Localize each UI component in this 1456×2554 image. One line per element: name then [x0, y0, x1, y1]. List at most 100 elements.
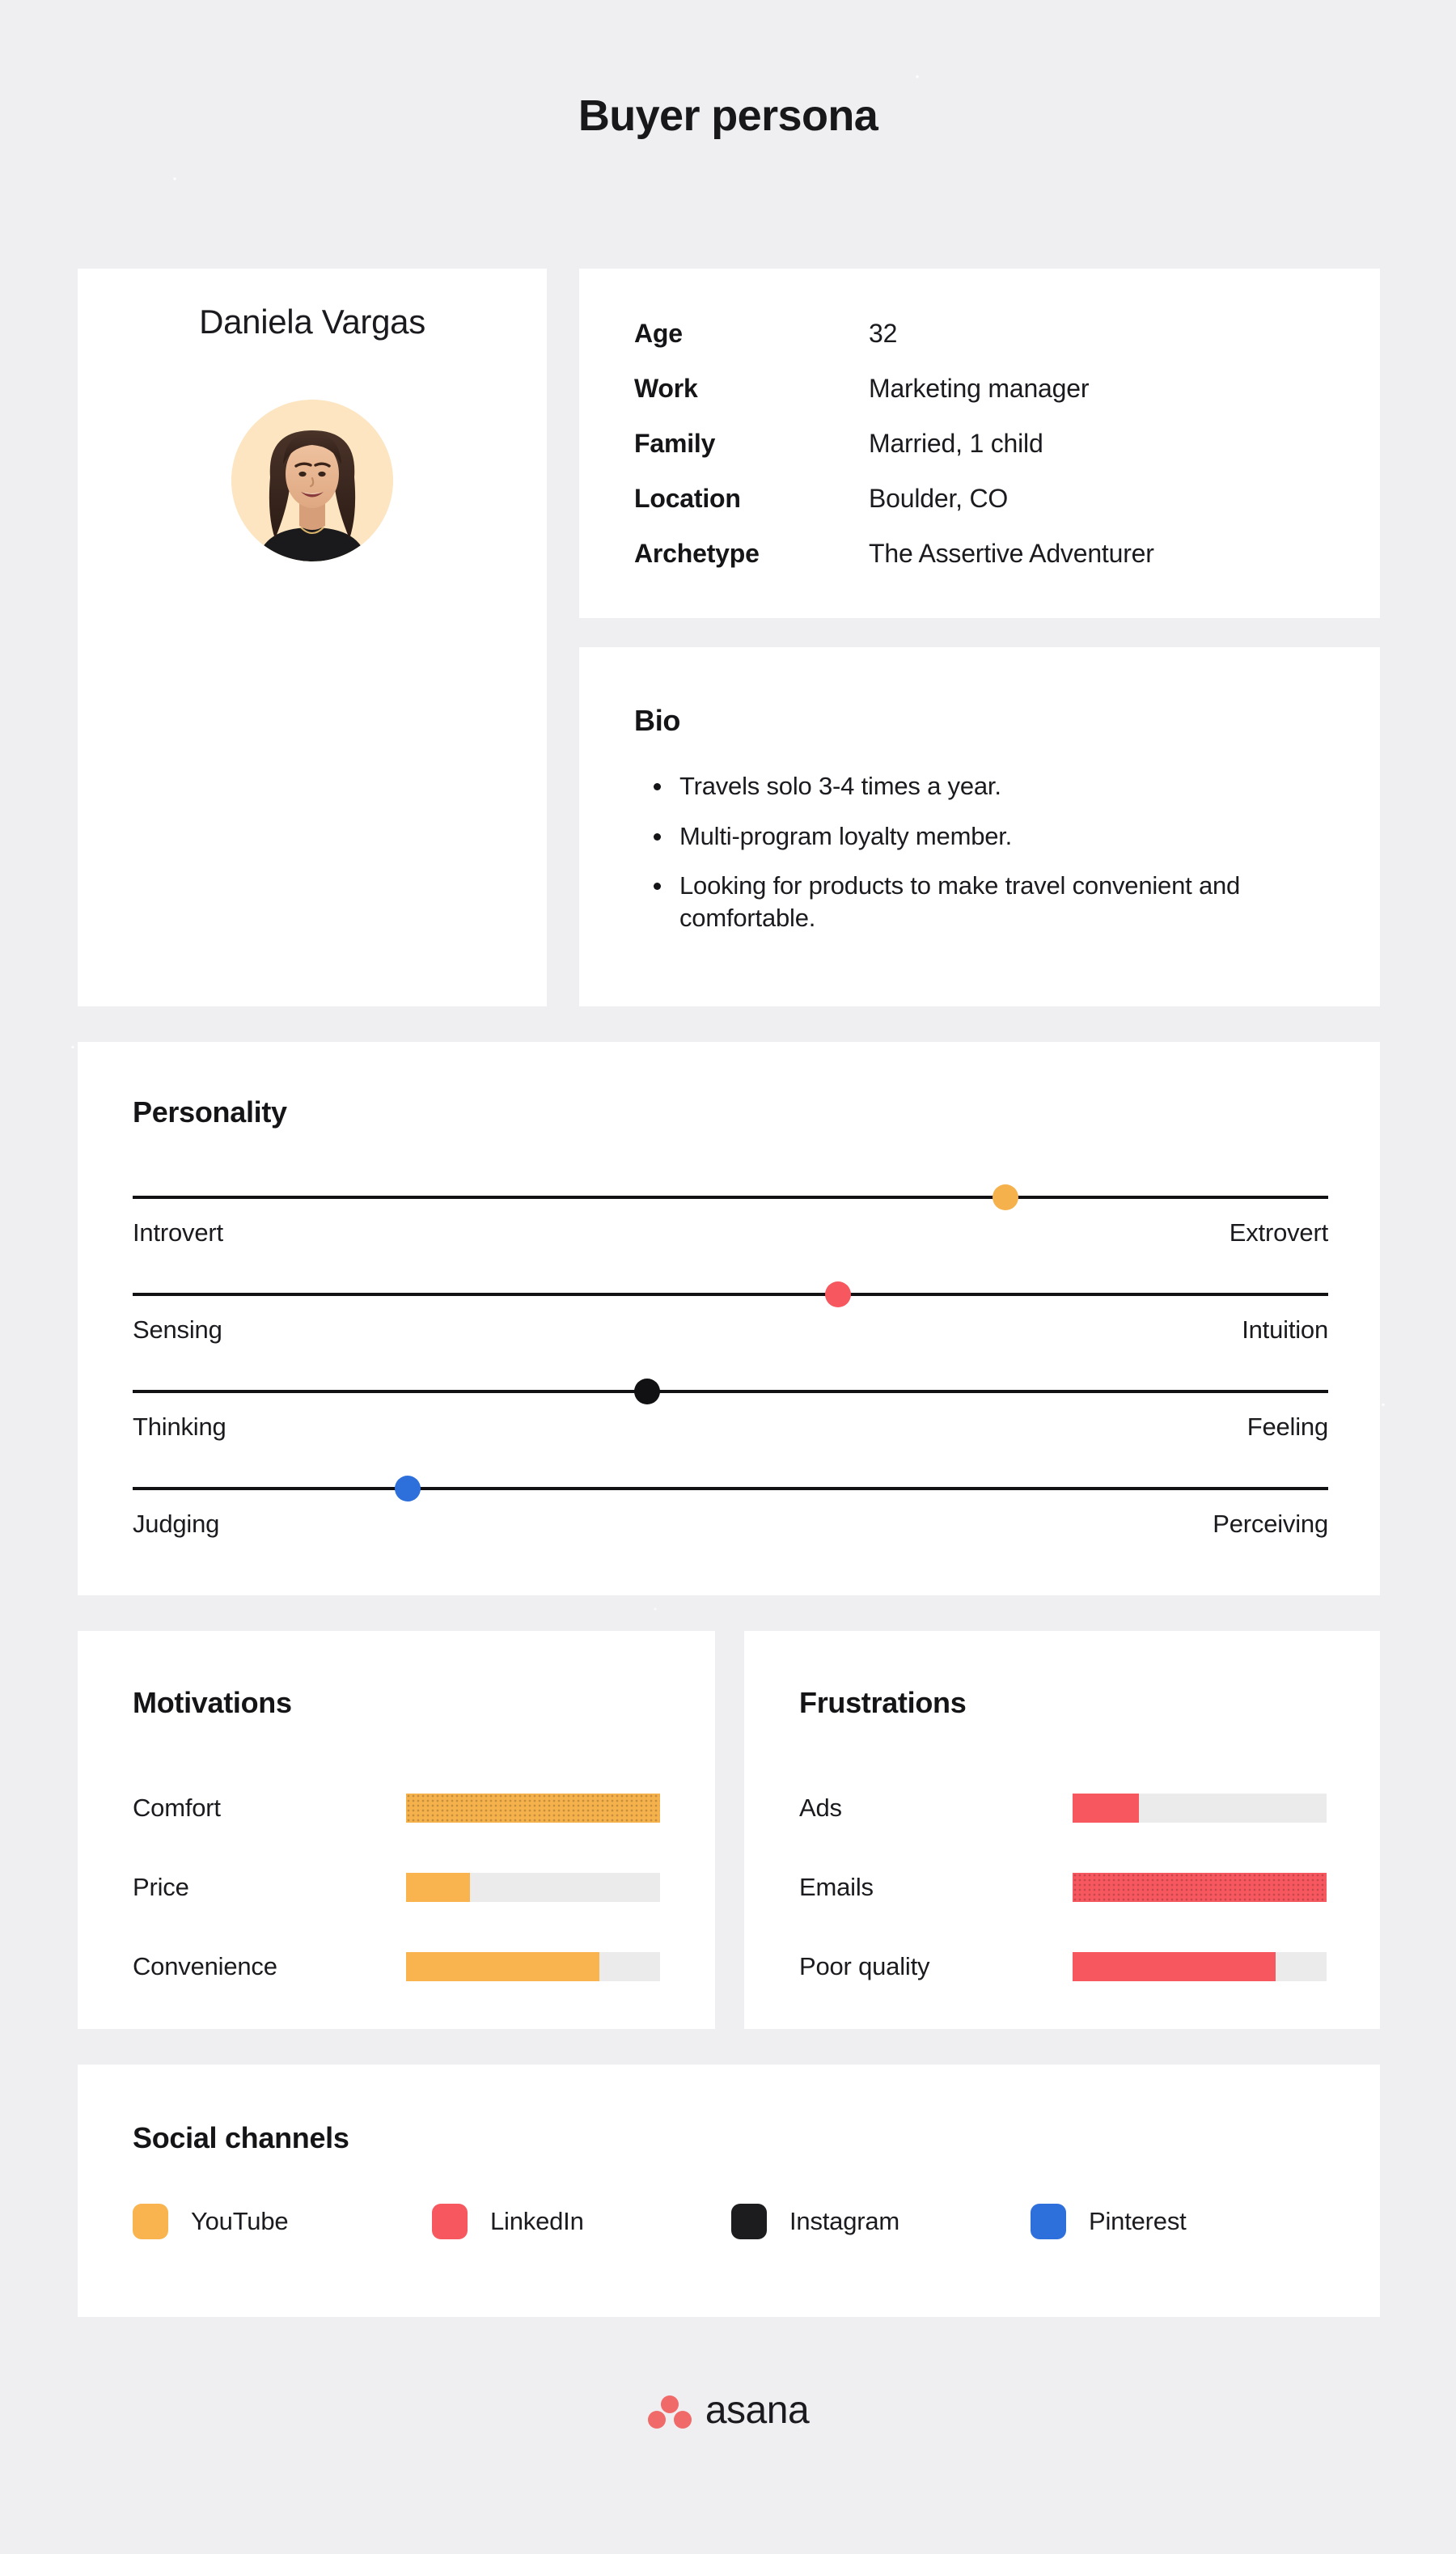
detail-label: Age	[634, 319, 683, 348]
motivations-heading: Motivations	[133, 1686, 292, 1719]
bio-card: Bio Travels solo 3-4 times a year. Multi…	[579, 647, 1380, 1006]
detail-row: Archetype The Assertive Adventurer	[634, 539, 1154, 594]
detail-label: Work	[634, 374, 698, 403]
detail-value: Married, 1 child	[869, 429, 1043, 458]
bar-fill	[1073, 1873, 1327, 1902]
bar-track	[406, 1794, 660, 1823]
slider-left-label: Thinking	[133, 1413, 226, 1441]
social-channel-label: Instagram	[789, 2207, 900, 2235]
detail-row: Age 32	[634, 319, 1154, 374]
detail-value: Marketing manager	[869, 374, 1090, 403]
slider-left-label: Sensing	[133, 1315, 222, 1344]
frustration-label: Emails	[799, 1873, 874, 1901]
bar-track	[406, 1873, 660, 1902]
slider-left-label: Judging	[133, 1510, 220, 1538]
bio-list-item: Travels solo 3-4 times a year.	[650, 770, 1346, 803]
instagram-icon	[731, 2204, 767, 2239]
avatar	[231, 400, 393, 561]
youtube-icon	[133, 2204, 168, 2239]
avatar-circle	[231, 400, 393, 561]
social-channel-youtube[interactable]: YouTube	[133, 2204, 432, 2239]
social-channel-pinterest[interactable]: Pinterest	[1031, 2204, 1330, 2239]
detail-label: Archetype	[634, 539, 760, 568]
social-channel-list: YouTube LinkedIn Instagram Pinterest	[133, 2204, 1330, 2239]
motivation-bar-row: Price	[133, 1848, 660, 1927]
detail-list: Age 32 Work Marketing manager Family Mar…	[634, 319, 1154, 594]
details-card: Age 32 Work Marketing manager Family Mar…	[579, 269, 1380, 618]
detail-value: Boulder, CO	[869, 484, 1009, 513]
bar-track	[1073, 1873, 1327, 1902]
personality-slider: Thinking Feeling	[133, 1372, 1328, 1469]
slider-labels: Thinking Feeling	[133, 1413, 1328, 1442]
frustration-bar-row: Ads	[799, 1768, 1327, 1848]
detail-row: Family Married, 1 child	[634, 429, 1154, 484]
bar-fill	[406, 1952, 599, 1981]
detail-label: Family	[634, 429, 716, 458]
personality-card: Personality Introvert Extrovert Sensing …	[78, 1042, 1380, 1595]
motivation-label: Comfort	[133, 1794, 221, 1822]
motivation-label: Convenience	[133, 1952, 277, 1980]
detail-value: 32	[869, 319, 898, 348]
personality-slider: Judging Perceiving	[133, 1469, 1328, 1566]
personality-slider: Introvert Extrovert	[133, 1178, 1328, 1275]
personality-sliders: Introvert Extrovert Sensing Intuition Th…	[133, 1178, 1328, 1566]
detail-label: Location	[634, 484, 741, 513]
detail-row: Location Boulder, CO	[634, 484, 1154, 539]
asana-wordmark: asana	[705, 2389, 810, 2432]
pinterest-icon	[1031, 2204, 1066, 2239]
motivations-card: Motivations Comfort Price Convenience	[78, 1631, 715, 2029]
persona-name: Daniela Vargas	[199, 303, 425, 341]
social-channel-linkedin[interactable]: LinkedIn	[432, 2204, 731, 2239]
page-title: Buyer persona	[578, 91, 878, 140]
frustrations-card: Frustrations Ads Emails Poor quality	[744, 1631, 1380, 2029]
slider-handle[interactable]	[825, 1281, 852, 1307]
bar-fill	[406, 1873, 470, 1902]
slider-handle[interactable]	[633, 1379, 660, 1404]
bar-track	[1073, 1794, 1327, 1823]
frustration-bar-row: Poor quality	[799, 1927, 1327, 2006]
footer-brand: asana	[0, 2388, 1456, 2433]
social-channel-instagram[interactable]: Instagram	[731, 2204, 1031, 2239]
slider-labels: Sensing Intuition	[133, 1315, 1328, 1345]
bio-list-item: Multi-program loyalty member.	[650, 820, 1346, 853]
slider-right-label: Intuition	[1242, 1315, 1328, 1344]
bar-fill	[1073, 1952, 1276, 1981]
detail-row: Work Marketing manager	[634, 374, 1154, 429]
social-channel-label: YouTube	[191, 2207, 289, 2235]
bio-heading: Bio	[634, 704, 681, 737]
slider-track[interactable]	[133, 1487, 1328, 1490]
slider-handle[interactable]	[394, 1476, 421, 1501]
bar-track	[1073, 1952, 1327, 1981]
motivations-bar-list: Comfort Price Convenience	[133, 1768, 660, 2006]
motivation-bar-row: Convenience	[133, 1927, 660, 2006]
slider-track[interactable]	[133, 1390, 1328, 1393]
frustrations-bar-list: Ads Emails Poor quality	[799, 1768, 1327, 2006]
buyer-persona-infographic: Buyer persona Daniela Vargas Age 32 Work…	[0, 0, 1456, 2554]
bar-fill	[1073, 1794, 1139, 1823]
frustration-label: Poor quality	[799, 1952, 930, 1980]
frustration-bar-row: Emails	[799, 1848, 1327, 1927]
personality-heading: Personality	[133, 1095, 287, 1129]
linkedin-icon	[432, 2204, 468, 2239]
social-channel-label: Pinterest	[1089, 2207, 1187, 2235]
bio-list-item: Looking for products to make travel conv…	[650, 870, 1346, 934]
social-channel-label: LinkedIn	[490, 2207, 584, 2235]
social-channels-heading: Social channels	[133, 2121, 349, 2154]
bio-list: Travels solo 3-4 times a year. Multi-pro…	[650, 770, 1346, 952]
bar-track	[406, 1952, 660, 1981]
slider-right-label: Perceiving	[1213, 1510, 1328, 1538]
slider-right-label: Extrovert	[1229, 1218, 1328, 1247]
motivation-label: Price	[133, 1873, 189, 1901]
profile-card: Daniela Vargas	[78, 269, 547, 1171]
detail-value: The Assertive Adventurer	[869, 539, 1154, 568]
frustration-label: Ads	[799, 1794, 842, 1822]
slider-track[interactable]	[133, 1196, 1328, 1199]
slider-labels: Introvert Extrovert	[133, 1218, 1328, 1247]
personality-slider: Sensing Intuition	[133, 1275, 1328, 1372]
slider-handle[interactable]	[992, 1184, 1018, 1210]
slider-track[interactable]	[133, 1293, 1328, 1296]
slider-labels: Judging Perceiving	[133, 1510, 1328, 1539]
frustrations-heading: Frustrations	[799, 1686, 967, 1719]
asana-logo-icon	[647, 2395, 692, 2429]
bar-fill	[406, 1794, 660, 1823]
